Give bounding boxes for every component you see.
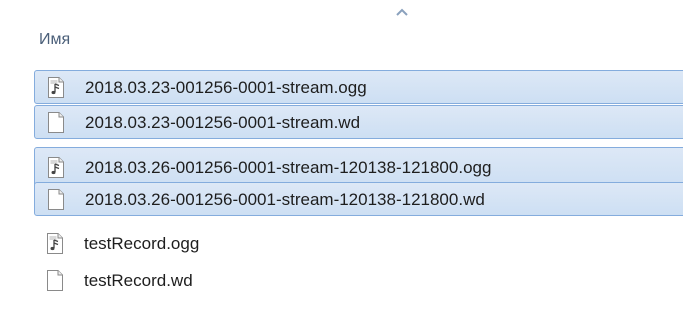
- file-row[interactable]: 2018.03.23-001256-0001-stream.wd: [34, 105, 683, 139]
- blank-file-icon: [48, 112, 64, 133]
- blank-file-icon: [47, 270, 63, 291]
- audio-file-icon: [48, 157, 64, 178]
- file-row[interactable]: testRecord.ogg: [34, 227, 683, 261]
- blank-file-icon: [48, 189, 64, 210]
- sort-ascending-icon: [396, 8, 408, 16]
- file-name: 2018.03.23-001256-0001-stream.ogg: [85, 78, 367, 97]
- audio-file-icon: [48, 77, 64, 98]
- file-row[interactable]: 2018.03.26-001256-0001-stream-120138-121…: [34, 147, 683, 187]
- file-row[interactable]: testRecord.wd: [34, 264, 683, 298]
- file-row[interactable]: 2018.03.23-001256-0001-stream.ogg: [34, 70, 683, 104]
- column-header: Имя: [0, 0, 683, 62]
- audio-file-icon: [47, 233, 63, 254]
- file-name: testRecord.wd: [84, 271, 193, 290]
- file-row[interactable]: 2018.03.26-001256-0001-stream-120138-121…: [34, 182, 683, 216]
- file-name: 2018.03.26-001256-0001-stream-120138-121…: [85, 158, 492, 177]
- name-column-header[interactable]: Имя: [39, 31, 70, 49]
- file-name: testRecord.ogg: [84, 234, 200, 253]
- file-name: 2018.03.26-001256-0001-stream-120138-121…: [85, 190, 485, 209]
- file-name: 2018.03.23-001256-0001-stream.wd: [85, 113, 361, 132]
